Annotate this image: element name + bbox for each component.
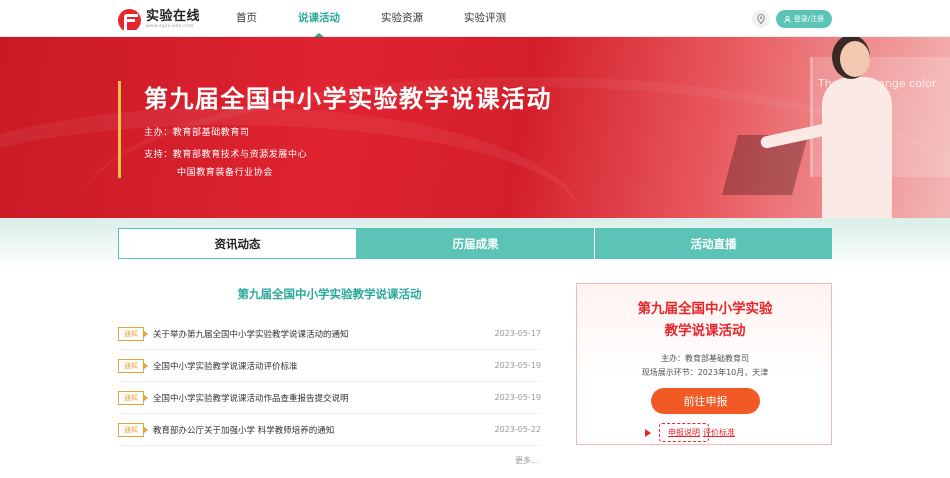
teacher-illustration: The ... s change color	[700, 37, 950, 218]
content-tabs: 资讯动态 历届成果 活动直播	[118, 228, 832, 259]
banner-accent-bar	[118, 81, 121, 178]
card-host: 主办：教育部基础教育司	[661, 354, 749, 363]
user-icon	[783, 15, 791, 23]
news-title[interactable]: 关于举办第九届全国中小学实验教学说课活动的通知	[153, 328, 495, 340]
tab-past-results[interactable]: 历届成果	[357, 228, 595, 259]
card-title-line-1: 第九届全国中小学实验	[637, 301, 773, 317]
top-header: 实验在线 www.syzx-kda.com 首页 说课活动 实验资源 实验评测 …	[0, 0, 950, 37]
news-date: 2023-05-19	[494, 361, 542, 370]
logo-text: 实验在线 www.syzx-kda.com	[146, 10, 200, 30]
logo-icon	[118, 8, 141, 33]
tab-news[interactable]: 资讯动态	[118, 228, 357, 259]
card-venue: 现场展示环节：2023年10月，天津	[641, 368, 769, 377]
card-title-line-2: 教学说课活动	[664, 323, 746, 339]
more-news-link[interactable]: 更多...	[515, 455, 539, 466]
site-logo[interactable]: 实验在线 www.syzx-kda.com	[118, 8, 200, 33]
news-title[interactable]: 全国中小学实验教学说课活动评价标准	[153, 360, 495, 372]
login-register-button[interactable]: 登录/注册	[776, 10, 832, 28]
notice-badge: 通知	[118, 358, 148, 373]
teacher-head	[840, 41, 870, 77]
evaluation-criteria-link[interactable]: 评价标准	[703, 427, 735, 438]
login-label: 登录/注册	[793, 15, 825, 23]
news-item[interactable]: 通知 全国中小学实验教学说课活动评价标准 2023-05-19	[118, 350, 541, 382]
banner-support-1: 支持：教育部教育技术与资源发展中心	[144, 150, 308, 160]
news-list: 通知 关于举办第九届全国中小学实验教学说课活动的通知 2023-05-17 通知…	[118, 318, 541, 446]
apply-button[interactable]: 前往申报	[651, 388, 760, 414]
card-links: 申报说明 评价标准	[645, 423, 735, 442]
banner-support-2: 中国教育装备行业协会	[177, 168, 274, 178]
card-title: 第九届全国中小学实验 教学说课活动	[577, 298, 833, 342]
news-title[interactable]: 教育部办公厅关于加强小学 科学教师培养的通知	[153, 424, 495, 436]
nav-item-home[interactable]: 首页	[224, 0, 269, 37]
news-date: 2023-05-17	[494, 329, 542, 338]
hero-banner: 第九届全国中小学实验教学说课活动 主办：教育部基础教育司 支持：教育部教育技术与…	[0, 37, 950, 218]
banner-host: 主办：教育部基础教育司	[144, 128, 250, 138]
tab-live-stream[interactable]: 活动直播	[595, 228, 832, 259]
logo-title: 实验在线	[146, 9, 201, 25]
news-title[interactable]: 全国中小学实验教学说课活动作品查重报告提交说明	[153, 392, 495, 404]
news-heading: 第九届全国中小学实验教学说课活动	[237, 287, 422, 301]
notice-badge: 通知	[118, 422, 148, 437]
location-button[interactable]	[752, 10, 770, 28]
news-item[interactable]: 通知 教育部办公厅关于加强小学 科学教师培养的通知 2023-05-22	[118, 414, 541, 446]
news-item[interactable]: 通知 关于举办第九届全国中小学实验教学说课活动的通知 2023-05-17	[118, 318, 541, 350]
notice-badge: 通知	[118, 326, 148, 341]
nav-item-lecture-activity[interactable]: 说课活动	[286, 0, 352, 37]
logo-subtitle: www.syzx-kda.com	[146, 24, 194, 30]
news-date: 2023-05-19	[494, 393, 542, 402]
play-arrow-icon	[645, 428, 651, 437]
map-pin-icon	[757, 14, 765, 24]
news-date: 2023-05-22	[494, 425, 542, 434]
main-nav: 首页 说课活动 实验资源 实验评测	[224, 0, 535, 37]
notice-badge: 通知	[118, 390, 148, 405]
banner-title: 第九届全国中小学实验教学说课活动	[144, 85, 552, 113]
activity-card: 第九届全国中小学实验 教学说课活动 主办：教育部基础教育司 现场展示环节：202…	[576, 283, 832, 445]
application-guide-link[interactable]: 申报说明	[659, 423, 709, 442]
nav-item-experiment-resources[interactable]: 实验资源	[369, 0, 435, 37]
news-item[interactable]: 通知 全国中小学实验教学说课活动作品查重报告提交说明 2023-05-19	[118, 382, 541, 414]
nav-item-experiment-evaluation[interactable]: 实验评测	[452, 0, 518, 37]
teacher-figure	[822, 77, 892, 218]
